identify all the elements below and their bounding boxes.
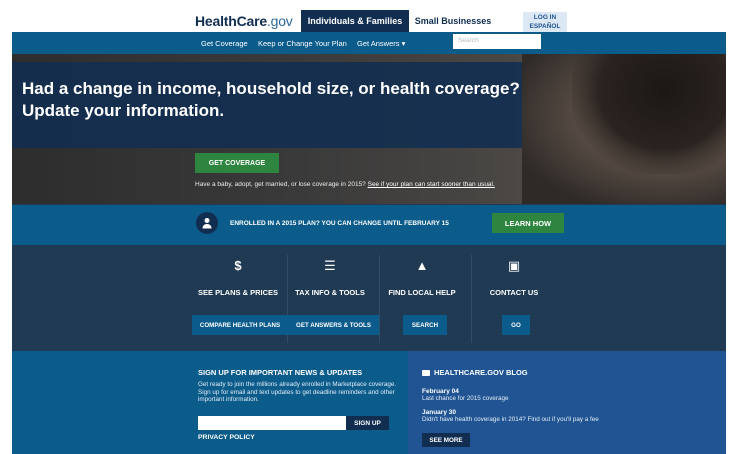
hero-title: Had a change in income, household size, … [22, 79, 520, 120]
list-icon: ☰ [324, 258, 336, 273]
signup-section: SIGN UP FOR IMPORTANT NEWS & UPDATES Get… [12, 351, 408, 454]
feature-label: SEE PLANS & PRICES [197, 288, 279, 297]
main-nav: Get Coverage Keep or Change Your Plan Ge… [12, 32, 726, 54]
hero-photo-shadow [572, 54, 726, 174]
speech-bubble-icon [422, 370, 430, 377]
start-sooner-link[interactable]: See if your plan can start sooner than u… [368, 181, 495, 188]
sign-up-button[interactable]: SIGN UP [346, 416, 389, 430]
divider [471, 255, 472, 343]
login-link[interactable]: LOG IN [523, 13, 567, 22]
contact-icon: ▣ [507, 258, 521, 273]
feature-label: TAX INFO & TOOLS [295, 288, 365, 297]
search-button[interactable]: SEARCH [403, 315, 447, 335]
person-icon [196, 212, 218, 234]
go-button[interactable]: GO [502, 315, 530, 335]
nav-get-answers[interactable]: Get Answers ▾ [357, 39, 405, 48]
learn-how-button[interactable]: LEARN HOW [492, 213, 564, 233]
nav-keep-change-plan[interactable]: Keep or Change Your Plan [258, 39, 347, 48]
enrolled-band: ENROLLED IN A 2015 PLAN? YOU CAN CHANGE … [12, 205, 726, 245]
tab-small-businesses[interactable]: Small Businesses [412, 10, 494, 32]
compare-health-plans-button[interactable]: COMPARE HEALTH PLANS [192, 315, 288, 335]
get-answers-tools-button[interactable]: GET ANSWERS & TOOLS [288, 315, 379, 335]
top-bar: HealthCare.gov Individuals & Families Sm… [12, 10, 726, 32]
divider [379, 255, 380, 343]
privacy-policy-link[interactable]: PRIVACY POLICY [198, 434, 255, 441]
page: HealthCare.gov Individuals & Families Sm… [12, 10, 726, 454]
healthcare-logo[interactable]: HealthCare.gov [195, 13, 293, 29]
feature-label: FIND LOCAL HELP [388, 288, 456, 297]
blog-post-link[interactable]: Didn't have health coverage in 2014? Fin… [422, 416, 602, 423]
dollar-icon: $ [234, 258, 242, 273]
blog-title: HEALTHCARE.GOV BLOG [422, 368, 528, 377]
tab-individuals-families[interactable]: Individuals & Families [301, 10, 409, 32]
nav-get-coverage[interactable]: Get Coverage [201, 39, 248, 48]
see-more-button[interactable]: SEE MORE [422, 433, 470, 447]
blog-section: HEALTHCARE.GOV BLOG February 04 Last cha… [408, 351, 726, 454]
login-language-box: LOG IN ESPAÑOL [523, 12, 567, 32]
feature-links: $ SEE PLANS & PRICES ☰ TAX INFO & TOOLS … [12, 245, 726, 349]
signup-text: Get ready to join the millions already e… [198, 381, 397, 403]
blog-post-date: January 30 [422, 409, 456, 416]
road-icon: ▲ [415, 258, 429, 273]
get-coverage-button[interactable]: GET COVERAGE [195, 153, 279, 173]
email-field[interactable] [198, 416, 346, 430]
hero-note: Have a baby, adopt, get married, or lose… [195, 181, 495, 188]
blog-post-link[interactable]: Last chance for 2015 coverage [422, 395, 602, 402]
signup-title: SIGN UP FOR IMPORTANT NEWS & UPDATES [198, 368, 363, 377]
enrolled-message: ENROLLED IN A 2015 PLAN? YOU CAN CHANGE … [230, 220, 449, 227]
blog-post-date: February 04 [422, 388, 459, 395]
feature-label: CONTACT US [489, 288, 539, 297]
espanol-link[interactable]: ESPAÑOL [523, 22, 567, 31]
search-input[interactable]: Search [453, 34, 541, 49]
